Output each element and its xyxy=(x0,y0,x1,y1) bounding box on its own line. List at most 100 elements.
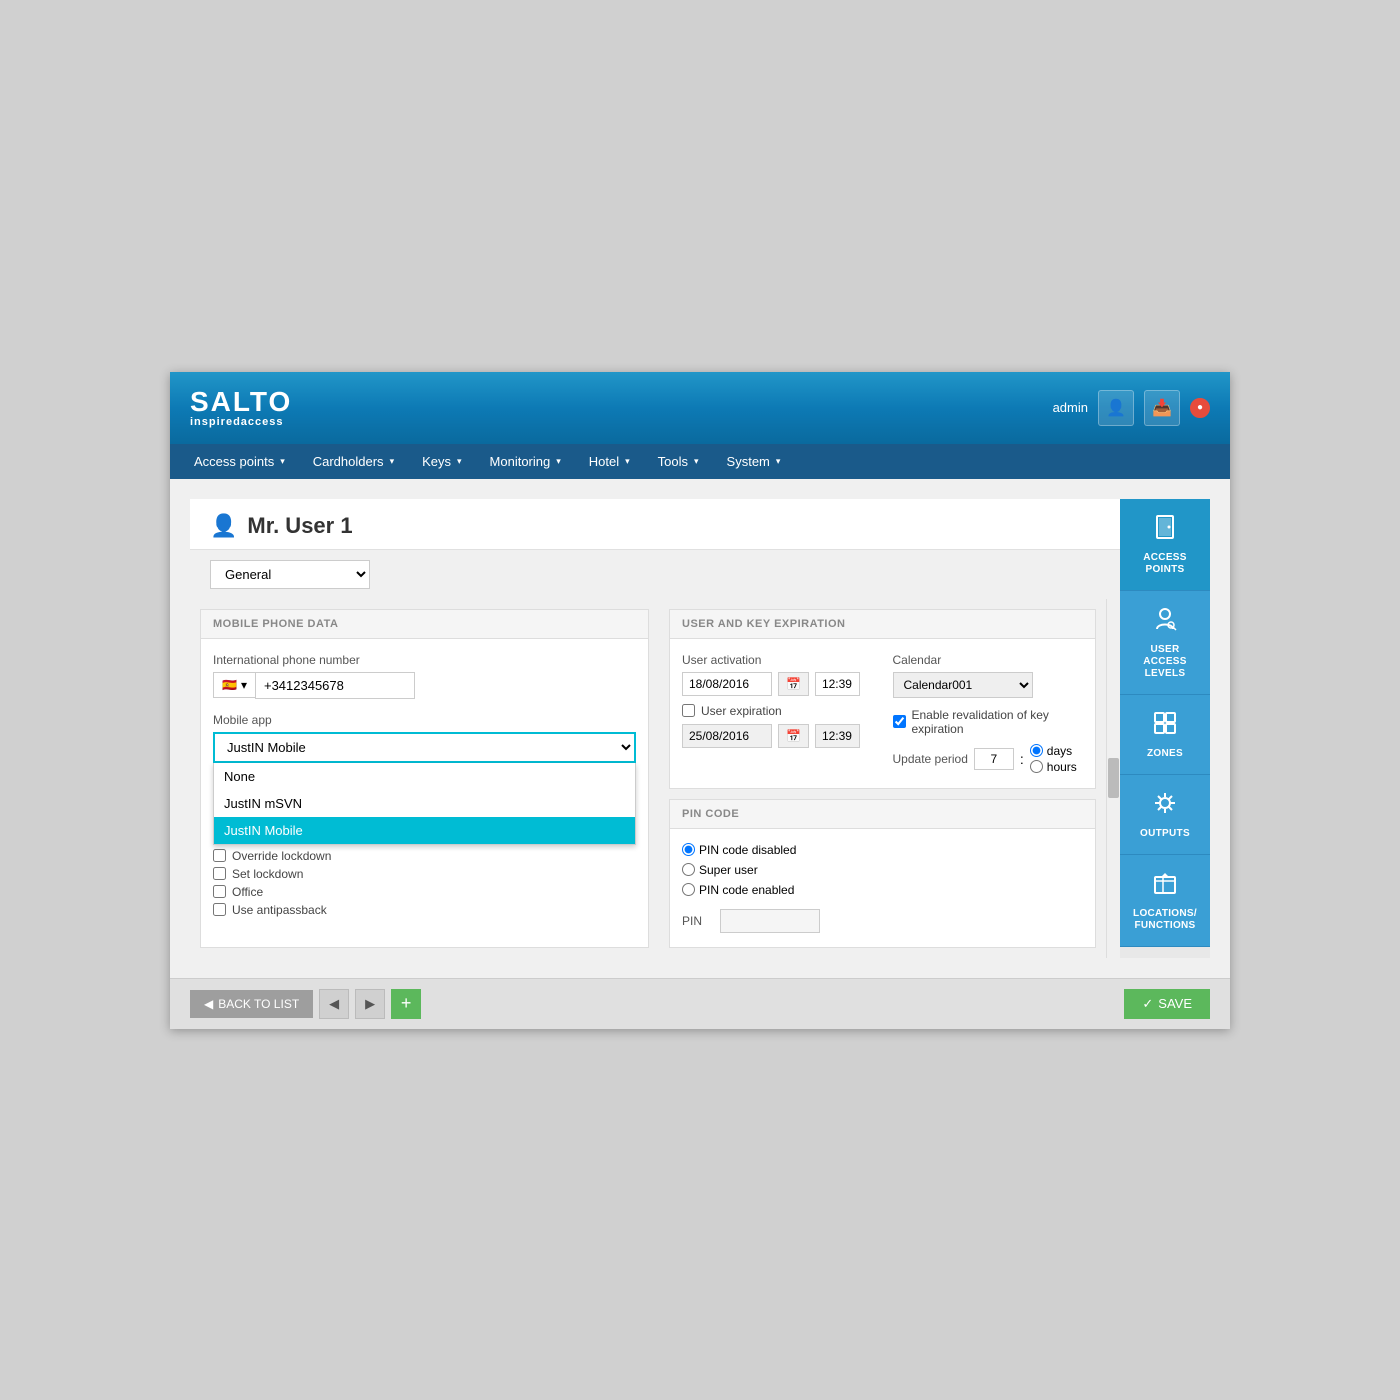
activation-time-input[interactable] xyxy=(815,672,860,696)
mobile-app-select[interactable]: None JustIN mSVN JustIN Mobile xyxy=(213,732,636,763)
days-radio[interactable] xyxy=(1030,744,1043,757)
expiration-calendar-button[interactable]: 📅 xyxy=(778,724,809,748)
pin-enabled-label: PIN code enabled xyxy=(699,883,794,897)
sidebar-outputs[interactable]: OUTPUTS xyxy=(1120,775,1210,855)
sidebar-locations-functions[interactable]: LOCATIONS/ FUNCTIONS xyxy=(1120,855,1210,947)
nav-tools[interactable]: Tools ▾ xyxy=(644,444,713,479)
panels-row: MOBILE PHONE DATA International phone nu… xyxy=(190,599,1120,958)
save-button[interactable]: ✓ SAVE xyxy=(1124,989,1210,1019)
checkbox-set-lockdown: Set lockdown xyxy=(213,867,636,881)
checkbox-override-lockdown-label: Override lockdown xyxy=(232,849,331,863)
add-button[interactable]: + xyxy=(391,989,421,1019)
logo-sub-bold: access xyxy=(241,416,284,428)
checkbox-set-lockdown-input[interactable] xyxy=(213,867,226,880)
sidebar-user-access-levels-label: USER ACCESS LEVELS xyxy=(1128,644,1202,680)
logo-subtitle: inspiredaccess xyxy=(190,416,292,428)
sidebar-access-points[interactable]: ACCESS POINTS xyxy=(1120,499,1210,591)
user-expiration-checkbox-input[interactable] xyxy=(682,704,695,717)
general-select[interactable]: General xyxy=(210,560,370,589)
save-label: SAVE xyxy=(1158,996,1192,1011)
user-icon: 👤 xyxy=(210,513,237,539)
mobile-app-dropdown-container: None JustIN mSVN JustIN Mobile None Just… xyxy=(213,732,636,763)
nav-access-points[interactable]: Access points ▾ xyxy=(180,444,299,479)
checkbox-set-lockdown-label: Set lockdown xyxy=(232,867,303,881)
superuser-radio[interactable] xyxy=(682,863,695,876)
phone-input-group: 🇪🇸 ▾ xyxy=(213,672,636,699)
mobile-app-dropdown-list: None JustIN mSVN JustIN Mobile xyxy=(213,763,636,845)
checkbox-antipassback-input[interactable] xyxy=(213,903,226,916)
sidebar-access-points-label: ACCESS POINTS xyxy=(1128,552,1202,576)
checkbox-antipassback-label: Use antipassback xyxy=(232,903,327,917)
prev-button[interactable]: ◀ xyxy=(319,989,349,1019)
save-check-icon: ✓ xyxy=(1142,996,1153,1012)
calendar-select-row: Calendar001 xyxy=(893,672,1084,698)
hours-radio[interactable] xyxy=(1030,760,1043,773)
add-icon: + xyxy=(401,993,412,1014)
nav-hotel[interactable]: Hotel ▾ xyxy=(575,444,644,479)
calendar-label: Calendar xyxy=(893,653,1084,667)
settings-circle-button[interactable]: ● xyxy=(1190,398,1210,418)
two-col-layout: User activation 📅 User expiration xyxy=(682,653,1083,774)
pin-disabled-radio[interactable] xyxy=(682,843,695,856)
page-title: Mr. User 1 xyxy=(247,513,352,539)
sidebar-zones[interactable]: ZONES xyxy=(1120,695,1210,775)
checkbox-office: Office xyxy=(213,885,636,899)
expiration-time-input[interactable] xyxy=(815,724,860,748)
user-expiration-label: User expiration xyxy=(701,704,782,718)
revalidation-checkbox-input[interactable] xyxy=(893,715,906,728)
nav-keys[interactable]: Keys ▾ xyxy=(408,444,475,479)
nav-cardholders[interactable]: Cardholders ▾ xyxy=(299,444,408,479)
nav-caret-cardholders: ▾ xyxy=(390,456,395,467)
checkbox-override-lockdown: Override lockdown xyxy=(213,849,636,863)
page-title-bar: 👤 Mr. User 1 xyxy=(190,499,1120,550)
nav-monitoring[interactable]: Monitoring ▾ xyxy=(476,444,575,479)
flag-select[interactable]: 🇪🇸 ▾ xyxy=(213,672,255,698)
activation-calendar-button[interactable]: 📅 xyxy=(778,672,809,696)
back-to-list-label: BACK TO LIST xyxy=(218,997,299,1011)
dropdown-justin-mobile[interactable]: JustIN Mobile xyxy=(214,817,635,844)
download-button[interactable]: 📥 xyxy=(1144,390,1180,426)
update-period-label: Update period xyxy=(893,752,968,766)
person-key-icon xyxy=(1151,605,1179,639)
pin-code-panel: PIN CODE PIN code disabled Super user xyxy=(669,799,1096,948)
calendar-select[interactable]: Calendar001 xyxy=(893,672,1033,698)
logo-salto: SALTO xyxy=(190,388,292,416)
pin-field-label: PIN xyxy=(682,914,712,928)
back-to-list-button[interactable]: ◀ BACK TO LIST xyxy=(190,990,313,1018)
general-select-container: General xyxy=(210,560,1100,589)
dropdown-none[interactable]: None xyxy=(214,763,635,790)
prev-icon: ◀ xyxy=(329,996,339,1012)
mobile-phone-panel: MOBILE PHONE DATA International phone nu… xyxy=(200,609,649,948)
sidebar-zones-label: ZONES xyxy=(1147,748,1183,760)
scrollbar-thumb xyxy=(1108,758,1119,798)
sidebar-outputs-label: OUTPUTS xyxy=(1140,828,1190,840)
update-period-input[interactable] xyxy=(974,748,1014,770)
nav-bar: Access points ▾ Cardholders ▾ Keys ▾ Mon… xyxy=(170,444,1230,479)
logo-area: SALTO inspiredaccess xyxy=(190,388,292,428)
pin-enabled-radio[interactable] xyxy=(682,883,695,896)
next-button[interactable]: ▶ xyxy=(355,989,385,1019)
phone-label: International phone number xyxy=(213,653,636,667)
phone-input[interactable] xyxy=(255,672,415,699)
left-col: User activation 📅 User expiration xyxy=(682,653,873,774)
pin-code-header: PIN CODE xyxy=(670,800,1095,829)
checkbox-antipassback: Use antipassback xyxy=(213,903,636,917)
door-icon xyxy=(1151,513,1179,547)
sidebar-user-access-levels[interactable]: USER ACCESS LEVELS xyxy=(1120,591,1210,695)
pin-code-body: PIN code disabled Super user PIN code en… xyxy=(670,829,1095,947)
mobile-app-form-group: Mobile app None JustIN mSVN JustIN Mobil… xyxy=(213,713,636,763)
checkbox-override-lockdown-input[interactable] xyxy=(213,849,226,862)
sidebar-locations-label: LOCATIONS/ FUNCTIONS xyxy=(1128,908,1202,932)
expiration-date-input[interactable] xyxy=(682,724,772,748)
user-profile-button[interactable]: 👤 xyxy=(1098,390,1134,426)
checkbox-office-input[interactable] xyxy=(213,885,226,898)
locations-icon xyxy=(1151,869,1179,903)
activation-date-input[interactable] xyxy=(682,672,772,696)
nav-system[interactable]: System ▾ xyxy=(713,444,795,479)
app-header: SALTO inspiredaccess admin 👤 📥 ● xyxy=(170,372,1230,444)
scrollbar[interactable] xyxy=(1106,599,1120,958)
hours-label: hours xyxy=(1047,760,1077,774)
dropdown-justin-msvn[interactable]: JustIN mSVN xyxy=(214,790,635,817)
mobile-phone-header: MOBILE PHONE DATA xyxy=(201,610,648,639)
pin-input[interactable] xyxy=(720,909,820,933)
